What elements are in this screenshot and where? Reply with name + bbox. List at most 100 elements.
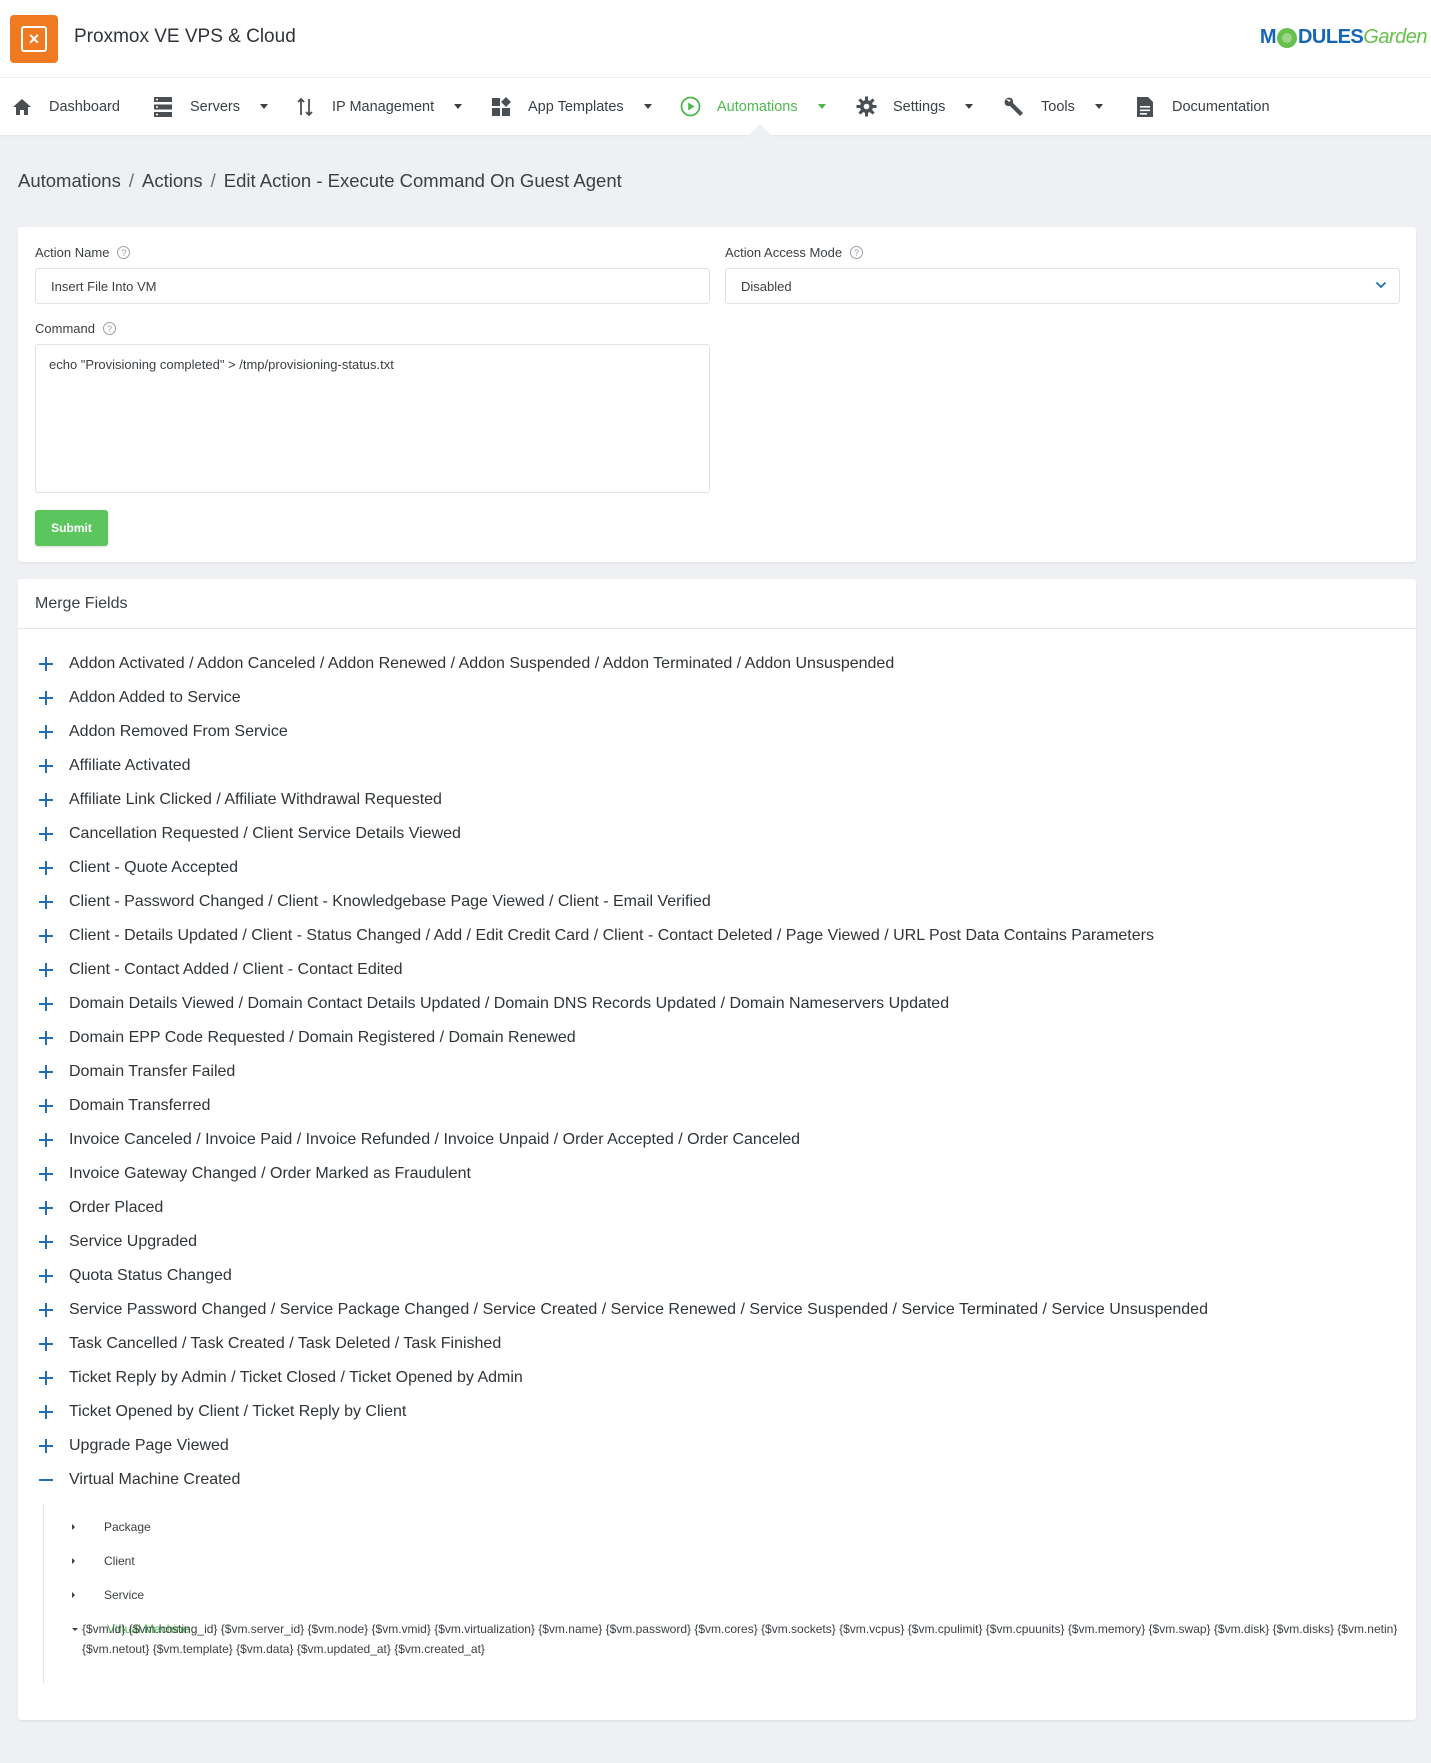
nav-item-ip-management[interactable]: IP Management <box>294 78 463 135</box>
merge-group-label: Addon Activated / Addon Canceled / Addon… <box>69 655 895 672</box>
plus-icon[interactable] <box>37 825 55 843</box>
submit-button[interactable]: Submit <box>35 510 108 546</box>
merge-group-row[interactable]: Ticket Reply by Admin / Ticket Closed / … <box>18 1361 1416 1395</box>
tree-node-client[interactable]: Client <box>72 1554 135 1568</box>
plus-icon[interactable] <box>37 1165 55 1183</box>
merge-field-groups: Addon Activated / Addon Canceled / Addon… <box>18 647 1416 1497</box>
plus-icon[interactable] <box>37 1029 55 1047</box>
chevron-down-icon <box>643 104 652 109</box>
gear-icon <box>855 96 877 118</box>
nav-item-settings[interactable]: Settings <box>855 78 974 135</box>
nav-item-tools[interactable]: Tools <box>1003 78 1103 135</box>
merge-group-label: Virtual Machine Created <box>69 1471 241 1488</box>
plus-icon[interactable] <box>37 1233 55 1251</box>
plus-icon[interactable] <box>37 1267 55 1285</box>
merge-group-row[interactable]: Domain Transfer Failed <box>18 1055 1416 1089</box>
top-header: × Proxmox VE VPS & Cloud M DULES Garden <box>0 0 1431 77</box>
merge-group-row[interactable]: Addon Added to Service <box>18 681 1416 715</box>
document-icon <box>1134 96 1156 118</box>
tree-node-service[interactable]: Service <box>72 1588 144 1602</box>
modulesgarden-logo[interactable]: M DULES Garden <box>1260 26 1428 49</box>
plus-icon[interactable] <box>37 995 55 1013</box>
plus-icon[interactable] <box>37 1335 55 1353</box>
merge-group-label: Client - Password Changed / Client - Kno… <box>69 893 711 910</box>
merge-group-label: Affiliate Activated <box>69 757 191 774</box>
chevron-down-icon <box>1094 104 1103 109</box>
nav-item-automations[interactable]: Automations <box>679 78 826 135</box>
merge-group-label: Addon Removed From Service <box>69 723 288 740</box>
plus-icon[interactable] <box>37 893 55 911</box>
minus-icon[interactable] <box>37 1471 55 1489</box>
merge-group-row[interactable]: Domain Details Viewed / Domain Contact D… <box>18 987 1416 1021</box>
vm-variables-list[interactable]: {$vm.id} {$vm.hosting_id} {$vm.server_id… <box>82 1619 1412 1659</box>
app-logo-icon[interactable]: × <box>10 15 58 63</box>
nav-item-app-templates[interactable]: App Templates <box>490 78 652 135</box>
merge-group-label: Domain EPP Code Requested / Domain Regis… <box>69 1029 576 1046</box>
merge-group-row[interactable]: Invoice Gateway Changed / Order Marked a… <box>18 1157 1416 1191</box>
plus-icon[interactable] <box>37 1403 55 1421</box>
plus-icon[interactable] <box>37 927 55 945</box>
plus-icon[interactable] <box>37 757 55 775</box>
merge-group-row[interactable]: Task Cancelled / Task Created / Task Del… <box>18 1327 1416 1361</box>
merge-group-row[interactable]: Cancellation Requested / Client Service … <box>18 817 1416 851</box>
main-nav: Dashboard Servers IP Management App Temp… <box>0 77 1431 147</box>
help-icon[interactable]: ? <box>850 246 864 259</box>
merge-group-row[interactable]: Service Password Changed / Service Packa… <box>18 1293 1416 1327</box>
nav-item-servers[interactable]: Servers <box>152 78 268 135</box>
tree-node-package[interactable]: Package <box>72 1520 151 1534</box>
merge-group-row[interactable]: Addon Removed From Service <box>18 715 1416 749</box>
merge-group-row[interactable]: Ticket Opened by Client / Ticket Reply b… <box>18 1395 1416 1429</box>
command-textarea[interactable]: echo "Provisioning completed" > /tmp/pro… <box>35 344 710 493</box>
plus-icon[interactable] <box>37 723 55 741</box>
plus-icon[interactable] <box>37 1097 55 1115</box>
action-name-input[interactable]: Insert File Into VM <box>35 268 710 304</box>
caret-down-icon <box>72 1627 78 1631</box>
breadcrumb-actions[interactable]: Actions <box>142 170 203 191</box>
play-circle-icon <box>679 96 701 118</box>
caret-right-icon <box>72 1592 75 1598</box>
merge-group-row[interactable]: Client - Details Updated / Client - Stat… <box>18 919 1416 953</box>
help-icon[interactable]: ? <box>117 246 131 259</box>
merge-group-row[interactable]: Addon Activated / Addon Canceled / Addon… <box>18 647 1416 681</box>
merge-group-label: Quota Status Changed <box>69 1267 232 1284</box>
plus-icon[interactable] <box>37 689 55 707</box>
app-templates-icon <box>490 96 512 118</box>
merge-group-row[interactable]: Order Placed <box>18 1191 1416 1225</box>
merge-group-row[interactable]: Virtual Machine Created <box>18 1463 1416 1497</box>
access-mode-select[interactable]: Disabled <box>725 268 1400 304</box>
merge-group-row[interactable]: Service Upgraded <box>18 1225 1416 1259</box>
merge-group-row[interactable]: Client - Password Changed / Client - Kno… <box>18 885 1416 919</box>
plus-icon[interactable] <box>37 1437 55 1455</box>
merge-group-row[interactable]: Invoice Canceled / Invoice Paid / Invoic… <box>18 1123 1416 1157</box>
chevron-down-icon <box>259 104 268 109</box>
merge-group-row[interactable]: Upgrade Page Viewed <box>18 1429 1416 1463</box>
merge-group-row[interactable]: Quota Status Changed <box>18 1259 1416 1293</box>
merge-group-label: Order Placed <box>69 1199 164 1216</box>
merge-group-row[interactable]: Domain EPP Code Requested / Domain Regis… <box>18 1021 1416 1055</box>
plus-icon[interactable] <box>37 961 55 979</box>
nav-item-dashboard[interactable]: Dashboard <box>11 78 120 135</box>
plus-icon[interactable] <box>37 655 55 673</box>
nav-item-documentation[interactable]: Documentation <box>1134 78 1270 135</box>
plus-icon[interactable] <box>37 1199 55 1217</box>
chevron-down-icon <box>454 104 463 109</box>
merge-group-label: Domain Details Viewed / Domain Contact D… <box>69 995 950 1012</box>
plus-icon[interactable] <box>37 1131 55 1149</box>
merge-group-row[interactable]: Affiliate Link Clicked / Affiliate Withd… <box>18 783 1416 817</box>
breadcrumb: Automations / Actions / Edit Action - Execut… <box>18 170 622 191</box>
plus-icon[interactable] <box>37 1369 55 1387</box>
plus-icon[interactable] <box>37 1301 55 1319</box>
merge-group-row[interactable]: Client - Quote Accepted <box>18 851 1416 885</box>
plus-icon[interactable] <box>37 1063 55 1081</box>
merge-group-label: Invoice Canceled / Invoice Paid / Invoic… <box>69 1131 801 1148</box>
merge-group-row[interactable]: Domain Transferred <box>18 1089 1416 1123</box>
merge-group-label: Task Cancelled / Task Created / Task Del… <box>69 1335 502 1352</box>
home-icon <box>11 96 33 118</box>
breadcrumb-automations[interactable]: Automations <box>18 170 121 191</box>
plus-icon[interactable] <box>37 791 55 809</box>
merge-fields-panel: Merge Fields Addon Activated / Addon Can… <box>18 579 1416 1720</box>
help-icon[interactable]: ? <box>102 322 116 335</box>
plus-icon[interactable] <box>37 859 55 877</box>
merge-group-row[interactable]: Client - Contact Added / Client - Contac… <box>18 953 1416 987</box>
merge-group-row[interactable]: Affiliate Activated <box>18 749 1416 783</box>
